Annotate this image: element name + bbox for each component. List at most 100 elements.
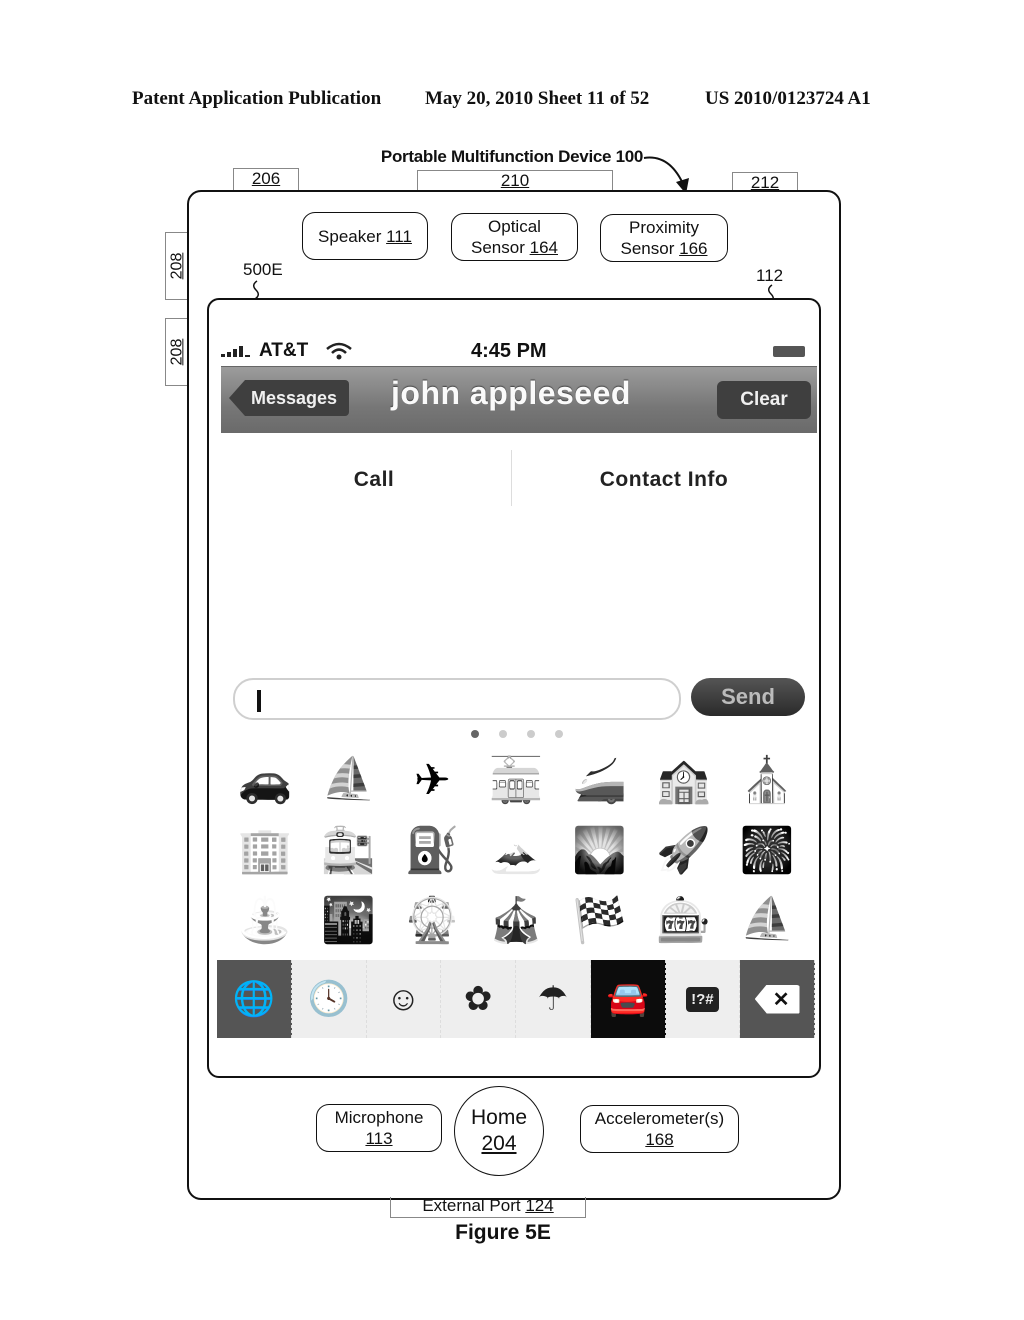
optical-sensor-label: Optical Sensor 164 <box>451 213 578 261</box>
message-input[interactable] <box>233 678 681 720</box>
clear-button[interactable]: Clear <box>717 381 811 419</box>
page-dot[interactable] <box>499 730 507 738</box>
touch-screen: AT&T 4:45 PM Messages john appleseed Cle… <box>207 298 821 1078</box>
emoji-airplane-icon[interactable]: ✈ <box>390 748 474 812</box>
accelerometer-text: Accelerometer(s) <box>594 1109 725 1128</box>
emoji-church-icon[interactable]: ⛪ <box>725 748 809 812</box>
emoji-tram-icon[interactable]: 🚋 <box>474 748 558 812</box>
ref-tab-210: 210 <box>417 170 613 191</box>
ref-number: 206 <box>251 169 281 188</box>
optical-ref: 164 <box>529 238 558 257</box>
emoji-fuel-pump-icon[interactable]: ⛽ <box>390 818 474 882</box>
category-umbrella-key[interactable]: ☂ <box>516 960 591 1038</box>
proximity-sensor-label: Proximity Sensor 166 <box>600 214 728 262</box>
emoji-night-city-icon[interactable]: 🌃 <box>307 888 391 952</box>
emoji-sunrise-icon[interactable]: 🌄 <box>558 818 642 882</box>
car-icon: 🚘 <box>606 980 649 1018</box>
screen-ref-label: 500E <box>243 260 283 279</box>
ref-number: 208 <box>168 252 186 280</box>
ref-number: 210 <box>500 171 530 190</box>
emoji-keyboard-grid: 🚗 ⛵ ✈ 🚋 🚄 🏫 ⛪ 🏢 🚉 ⛽ 🗻 🌄 🚀 🎆 ⛲ 🌃 🎡 🎪 🏁 🎰 ⛵ <box>223 748 809 952</box>
emoji-school-icon[interactable]: 🏫 <box>642 748 726 812</box>
status-bar: AT&T 4:45 PM <box>221 336 809 366</box>
device-title: Portable Multifunction Device 100 <box>380 147 644 166</box>
action-divider <box>511 450 512 506</box>
home-button[interactable]: Home 204 <box>454 1086 544 1176</box>
microphone-ref: 113 <box>365 1129 393 1148</box>
category-flower-key[interactable]: ✿ <box>441 960 516 1038</box>
carrier-name: AT&T <box>259 340 309 361</box>
category-globe-key[interactable]: 🌐 <box>217 960 292 1038</box>
delete-icon: ✕ <box>754 984 800 1014</box>
emoji-circus-icon[interactable]: 🎪 <box>474 888 558 952</box>
compose-row: Send <box>209 670 819 730</box>
emoji-checkered-flag-icon[interactable]: 🏁 <box>558 888 642 952</box>
ref-number: 208 <box>168 338 186 366</box>
emoji-bullet-train-icon[interactable]: 🚄 <box>558 748 642 812</box>
emoji-sailboat-icon[interactable]: ⛵ <box>725 888 809 952</box>
battery-icon <box>773 346 805 357</box>
home-ref: 204 <box>481 1132 517 1155</box>
speaker-text: Speaker <box>318 226 382 246</box>
microphone-label: Microphone 113 <box>316 1104 442 1152</box>
page-dot[interactable] <box>555 730 563 738</box>
publication-date-sheet: May 20, 2010 Sheet 11 of 52 <box>425 88 650 109</box>
symbols-icon: !?# <box>686 986 719 1012</box>
publication-number: US 2010/0123724 A1 <box>705 88 871 109</box>
ref-side-208-upper: 208 <box>165 232 188 300</box>
status-time: 4:45 PM <box>471 339 547 362</box>
emoji-ferris-wheel-icon[interactable]: 🎡 <box>390 888 474 952</box>
page-dot[interactable] <box>527 730 535 738</box>
proximity-ref: 166 <box>679 239 708 258</box>
recent-clock-icon: 🕓 <box>307 980 350 1018</box>
emoji-train-station-icon[interactable]: 🚉 <box>307 818 391 882</box>
navigation-bar: Messages john appleseed Clear <box>221 366 817 433</box>
emoji-slot-machine-icon[interactable]: 🎰 <box>642 888 726 952</box>
emoji-page-indicator[interactable] <box>471 730 563 738</box>
ref-tab-206: 206 <box>233 168 299 191</box>
category-symbols-key[interactable]: !?# <box>666 960 741 1038</box>
send-button[interactable]: Send <box>691 678 805 716</box>
touchscreen-ref-label: 112 <box>756 266 784 285</box>
ref-side-208-lower: 208 <box>165 318 188 386</box>
category-delete-key[interactable]: ✕ <box>740 960 815 1038</box>
accelerometer-ref: 168 <box>645 1130 674 1149</box>
category-smiley-key[interactable]: ☺ <box>367 960 442 1038</box>
external-port-ref: 124 <box>525 1196 554 1215</box>
leader-squiggle-icon <box>253 280 259 300</box>
globe-icon: 🌐 <box>232 980 276 1018</box>
emoji-category-bar: 🌐 🕓 ☺ ✿ ☂ 🚘 !?# ✕ <box>217 960 815 1038</box>
emoji-car-icon[interactable]: 🚗 <box>223 748 307 812</box>
emoji-office-building-icon[interactable]: 🏢 <box>223 818 307 882</box>
flower-icon: ✿ <box>463 980 493 1018</box>
home-text: Home <box>470 1106 528 1129</box>
accelerometer-label: Accelerometer(s) 168 <box>580 1105 739 1153</box>
wifi-icon <box>326 342 353 360</box>
external-port-label: External Port 124 <box>390 1197 586 1218</box>
call-button[interactable]: Call <box>229 450 519 510</box>
publication-title: Patent Application Publication <box>132 88 382 109</box>
emoji-sailboat-icon[interactable]: ⛵ <box>307 748 391 812</box>
contact-info-button[interactable]: Contact Info <box>519 450 809 510</box>
microphone-text: Microphone <box>334 1108 424 1127</box>
figure-caption: Figure 5E <box>455 1221 551 1244</box>
conversation-title: john appleseed <box>391 375 631 411</box>
speaker-label: Speaker 111 <box>302 212 428 260</box>
proximity-text: Proximity <box>629 218 699 237</box>
optical-text: Optical <box>488 217 541 236</box>
optical-text-2: Sensor <box>471 238 525 257</box>
external-port-text: External Port <box>422 1196 521 1215</box>
emoji-rocket-icon[interactable]: 🚀 <box>642 818 726 882</box>
speaker-ref: 111 <box>386 226 412 246</box>
smiley-icon: ☺ <box>386 979 421 1018</box>
category-recent-clock-key[interactable]: 🕓 <box>292 960 367 1038</box>
messages-back-button[interactable]: Messages <box>229 380 350 416</box>
emoji-fountain-icon[interactable]: ⛲ <box>223 888 307 952</box>
category-car-key[interactable]: 🚘 <box>590 960 666 1038</box>
emoji-mountain-icon[interactable]: 🗻 <box>474 818 558 882</box>
emoji-fireworks-icon[interactable]: 🎆 <box>725 818 809 882</box>
page-dot-active[interactable] <box>471 730 479 738</box>
signal-strength-icon <box>221 346 250 357</box>
text-cursor <box>257 690 261 712</box>
proximity-text-2: Sensor <box>620 239 675 258</box>
